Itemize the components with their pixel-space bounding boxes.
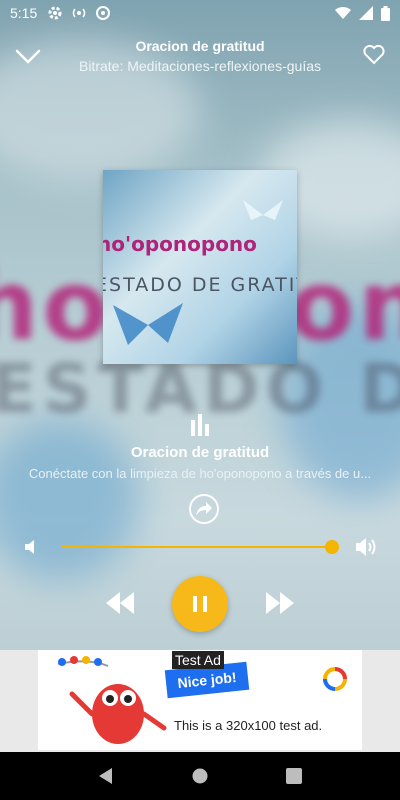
share-button[interactable]	[189, 494, 219, 524]
signal-icon	[359, 6, 373, 20]
artwork-subtitle: ESTADO DE GRATITUD	[103, 274, 297, 296]
ads-logo-icon	[323, 667, 347, 691]
share-icon	[196, 502, 212, 516]
butterfly-icon	[113, 303, 183, 345]
ad-text: This is a 320x100 test ad.	[174, 718, 323, 733]
header-title: Oracion de gratitud	[135, 38, 265, 54]
header-subtitle: Bitrate: Meditaciones-reflexiones-guías	[78, 58, 321, 74]
ad-mascot-icon	[57, 656, 167, 744]
back-icon[interactable]	[98, 767, 114, 785]
broadcast-icon	[73, 8, 86, 18]
settings-icon	[48, 6, 62, 20]
track-description: Conéctate con la limpieza de ho'oponopon…	[28, 466, 372, 481]
system-nav-bar	[0, 752, 400, 800]
battery-icon	[381, 5, 390, 21]
home-icon[interactable]	[191, 767, 209, 785]
butterfly-icon	[243, 200, 283, 220]
volume-slider[interactable]	[62, 540, 340, 554]
player-header: Oracion de gratitud Bitrate: Meditacione…	[0, 30, 400, 80]
status-time: 5:15	[10, 5, 38, 21]
at-icon	[96, 6, 111, 20]
rewind-icon[interactable]	[106, 592, 134, 614]
test-ad-label: Test Ad	[172, 651, 224, 669]
volume-high-icon[interactable]	[355, 536, 379, 558]
track-title: Oracion de gratitud	[130, 444, 270, 461]
volume-slider-fill	[62, 546, 333, 548]
recents-icon[interactable]	[285, 768, 302, 784]
artwork-title: ho'oponopono	[103, 232, 257, 256]
pause-button[interactable]	[172, 576, 228, 632]
wifi-icon	[335, 6, 351, 20]
chevron-down-icon[interactable]	[14, 42, 42, 70]
pause-icon	[193, 596, 207, 612]
heart-icon[interactable]	[362, 42, 386, 66]
equalizer-icon	[191, 414, 209, 436]
fast-forward-icon[interactable]	[266, 592, 294, 614]
album-artwork: ho'oponopono ESTADO DE GRATITUD	[103, 170, 297, 364]
status-bar: 5:15	[0, 0, 400, 26]
volume-low-icon[interactable]	[22, 538, 40, 556]
